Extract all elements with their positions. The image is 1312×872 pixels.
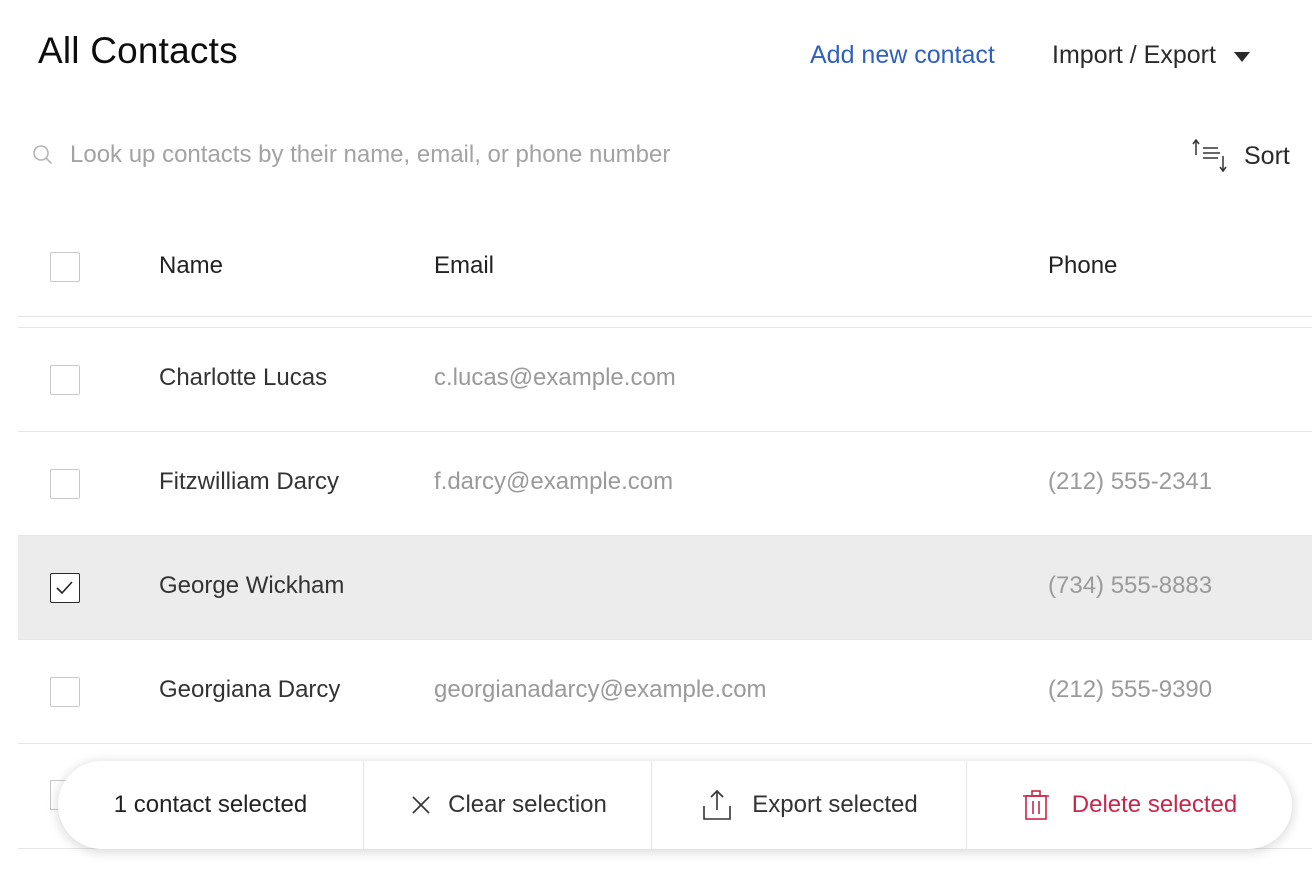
sort-button[interactable]: Sort xyxy=(1192,136,1290,176)
column-header-email[interactable]: Email xyxy=(434,252,494,280)
table-row[interactable]: Fitzwilliam Darcy f.darcy@example.com (2… xyxy=(18,432,1312,536)
import-export-dropdown[interactable]: Import / Export xyxy=(1052,41,1250,70)
close-icon xyxy=(412,796,430,814)
row-checkbox[interactable] xyxy=(50,365,80,395)
table-row[interactable]: Georgiana Darcy georgianadarcy@example.c… xyxy=(18,640,1312,744)
delete-selected-label: Delete selected xyxy=(1071,791,1238,818)
search-bar xyxy=(30,130,1030,180)
upload-icon xyxy=(703,789,732,820)
caret-down-icon xyxy=(1233,51,1250,62)
contact-phone: (212) 555-2341 xyxy=(1048,468,1213,495)
trash-icon xyxy=(1022,790,1049,820)
contact-name: Georgiana Darcy xyxy=(159,676,341,703)
contact-name: Charlotte Lucas xyxy=(159,364,328,391)
table-row[interactable]: Charlotte Lucas c.lucas@example.com xyxy=(18,328,1312,432)
search-icon xyxy=(33,145,52,164)
sort-label: Sort xyxy=(1244,141,1290,170)
contact-name: Fitzwilliam Darcy xyxy=(159,468,339,495)
selection-count: 1 contact selected xyxy=(113,791,308,818)
contact-phone: (212) 555-9390 xyxy=(1048,676,1213,703)
table-divider xyxy=(18,317,1312,328)
contact-name: George Wickham xyxy=(159,572,345,599)
add-contact-link[interactable]: Add new contact xyxy=(810,41,995,70)
column-header-name[interactable]: Name xyxy=(159,252,223,280)
contact-email: georgianadarcy@example.com xyxy=(434,676,767,703)
import-export-label: Import / Export xyxy=(1052,41,1216,69)
contact-email: f.darcy@example.com xyxy=(434,468,674,495)
row-checkbox[interactable] xyxy=(50,469,80,499)
contacts-table: Name Email Phone Charlotte Lucas c.lucas… xyxy=(18,214,1312,744)
table-row-selected[interactable]: George Wickham (734) 555-8883 xyxy=(18,536,1312,640)
export-selected-label: Export selected xyxy=(752,791,918,818)
row-checkbox-checked[interactable] xyxy=(50,573,80,603)
contact-phone: (734) 555-8883 xyxy=(1048,572,1213,599)
page-header: All Contacts Add new contact Import / Ex… xyxy=(0,0,1312,110)
delete-selected-button[interactable]: Delete selected xyxy=(966,761,1292,849)
contact-email: c.lucas@example.com xyxy=(434,364,676,391)
export-selected-button[interactable]: Export selected xyxy=(651,761,966,849)
contacts-page: All Contacts Add new contact Import / Ex… xyxy=(0,0,1312,872)
checkmark-icon xyxy=(56,581,73,595)
row-checkbox[interactable] xyxy=(50,677,80,707)
column-header-phone[interactable]: Phone xyxy=(1048,252,1117,280)
page-title: All Contacts xyxy=(38,30,238,71)
clear-selection-label: Clear selection xyxy=(448,791,607,818)
table-header: Name Email Phone xyxy=(18,214,1312,317)
clear-selection-button[interactable]: Clear selection xyxy=(363,761,651,849)
sort-icon xyxy=(1192,138,1227,173)
search-input[interactable] xyxy=(70,141,970,169)
select-all-checkbox[interactable] xyxy=(50,252,80,282)
selection-action-bar: 1 contact selected Clear selection Expor… xyxy=(58,761,1292,849)
